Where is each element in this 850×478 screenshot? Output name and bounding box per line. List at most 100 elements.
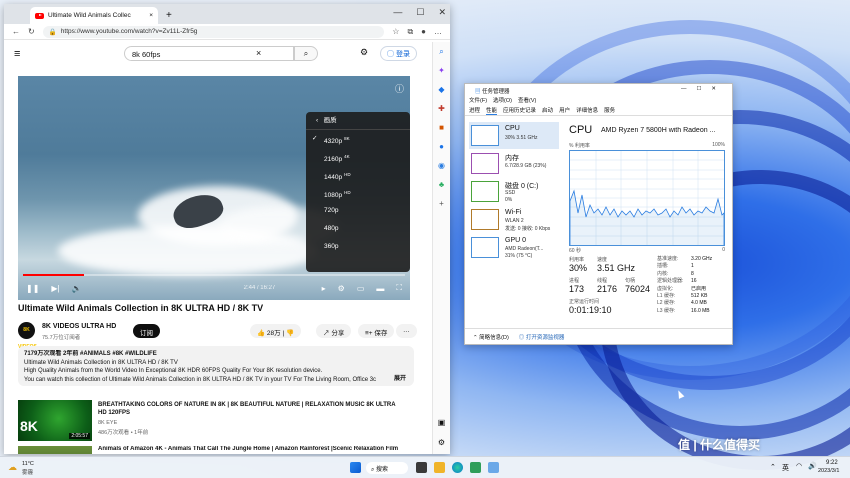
pause-icon[interactable]: ❚❚ — [26, 284, 39, 293]
profile-icon[interactable]: ● — [421, 27, 426, 36]
tm-tab[interactable]: 进程 — [469, 106, 480, 114]
tm-menu-options[interactable]: 选项(O) — [493, 96, 512, 105]
info-icon[interactable]: ⓘ — [395, 82, 404, 95]
resource-disk[interactable]: 磁盘 0 (C:) SSD 0% — [469, 178, 559, 205]
cpu-specs: 基准速度: 3.20 GHz 插槽: 1 内核: 8 逻辑处理器: 16 虚拟化: 已启用… — [657, 256, 729, 315]
extensions-icon[interactable]: ⧉ — [407, 27, 413, 37]
tm-tab[interactable]: 详细信息 — [576, 106, 598, 114]
tm-tab[interactable]: 用户 — [559, 106, 570, 114]
resource-memory[interactable]: 内存 6.7/28.9 GB (23%) — [469, 150, 559, 177]
start-icon[interactable] — [350, 462, 361, 473]
tray-chevron-icon[interactable]: ⌃ — [770, 463, 776, 471]
sparkle-icon[interactable]: ✦ — [433, 61, 450, 80]
taskbar-search[interactable]: ⌕ 搜索 — [366, 462, 408, 474]
office-icon[interactable]: ■ — [433, 118, 450, 137]
miniplayer-icon[interactable]: ▭ — [357, 284, 365, 293]
settings-gear-icon[interactable]: ⚙ — [338, 284, 345, 293]
favorites-icon[interactable]: ☆ — [392, 27, 399, 36]
wifi-icon[interactable]: ◠ — [796, 462, 802, 470]
search-input[interactable]: 8k 60fps — [124, 46, 294, 61]
clock-date[interactable]: 2023/3/1 — [818, 468, 839, 474]
tm-menu-view[interactable]: 查看(V) — [518, 96, 536, 105]
quality-option-360p[interactable]: 360p — [306, 238, 410, 256]
taskmanager-icon[interactable] — [470, 462, 481, 473]
subscribe-button[interactable]: 订阅 — [133, 324, 160, 338]
ime-indicator[interactable]: 英 — [782, 463, 789, 473]
resource-gpu[interactable]: GPU 0 AMD Radeon(T... 31% (75 °C) — [469, 234, 559, 261]
settings-icon[interactable]: ⚙ — [360, 47, 368, 58]
graph-label: % 利用率 — [569, 143, 590, 149]
shopping-icon[interactable]: ◆ — [433, 80, 450, 99]
close-button[interactable]: ✕ — [438, 7, 446, 18]
video-player[interactable]: ⓘ ‹ 画质 ✓ 4320p 8K 2160p 4K 1440p HD 1080p HD … — [18, 76, 410, 300]
share-button[interactable]: ↗ 分享 — [316, 324, 352, 338]
url-field[interactable]: 🔒 https://www.youtube.com/watch?v=Zv11L-… — [42, 25, 385, 38]
fewer-details-button[interactable]: ⌃ 简略信息(D) — [473, 333, 509, 341]
quality-option-1080p[interactable]: 1080p HD — [306, 184, 410, 202]
quality-option-480p[interactable]: 480p — [306, 220, 410, 238]
tab-youtube[interactable]: Ultimate Wild Animals Collec × — [30, 7, 158, 24]
more-icon[interactable]: … — [434, 27, 442, 36]
show-more-button[interactable]: 展开 — [394, 375, 406, 384]
task-view-icon[interactable] — [416, 462, 427, 473]
search-icon[interactable]: ⌕ — [433, 42, 450, 61]
progress-bar[interactable] — [23, 274, 405, 276]
autoplay-icon[interactable]: ▸ — [322, 284, 326, 293]
back-icon[interactable]: ← — [12, 27, 20, 36]
description-box[interactable]: 7179万次观看 2年前 #ANIMALS #8K #WILDLIFE Ulti… — [18, 346, 414, 386]
login-button[interactable]: ◯ 登录 — [380, 46, 417, 61]
theater-icon[interactable]: ▬ — [376, 284, 384, 293]
recommendation-thumbnail[interactable] — [18, 446, 92, 454]
outlook-icon[interactable]: ● — [433, 137, 450, 156]
recommendation-thumbnail[interactable]: 8K 2:05:57 — [18, 400, 92, 441]
open-resource-monitor-link[interactable]: ◎ 打开资源监视器 — [519, 333, 565, 341]
next-icon[interactable]: ▶| — [51, 284, 59, 293]
layout-icon[interactable]: ▣ — [433, 413, 450, 432]
description-line: High Quality Animals from the World Vide… — [24, 368, 323, 374]
tm-window-buttons[interactable]: —☐✕ — [681, 86, 726, 92]
clear-search-icon[interactable]: × — [256, 48, 261, 58]
settings-icon[interactable]: ⚙ — [433, 433, 450, 452]
tm-menu-file[interactable]: 文件(F) — [469, 96, 487, 105]
resource-cpu[interactable]: CPU 30% 3.51 GHz — [469, 122, 559, 149]
quality-menu-header[interactable]: ‹ 画质 — [306, 112, 410, 130]
like-button[interactable]: 👍 28万 | 👎 — [250, 324, 302, 338]
games-icon[interactable]: ◉ — [433, 156, 450, 175]
handle-label: 句柄 — [625, 278, 636, 284]
refresh-icon[interactable]: ↻ — [28, 27, 35, 36]
save-button[interactable]: ≡+ 保存 — [358, 324, 395, 338]
channel-avatar[interactable]: 8K VIDEOS — [18, 322, 37, 350]
recommendation-item[interactable]: 8K 2:05:57 BREATHTAKING COLORS OF NATURE… — [18, 400, 414, 444]
fullscreen-icon[interactable]: ⛶ — [396, 283, 402, 293]
share-label: 分享 — [331, 330, 345, 337]
tm-tab[interactable]: 服务 — [604, 106, 615, 114]
tree-icon[interactable]: ♣ — [433, 175, 450, 194]
explorer-icon[interactable] — [434, 462, 445, 473]
more-actions-button[interactable]: … — [396, 324, 417, 338]
recommendation-item[interactable]: Animals of Amazon 4K - Animals That Call… — [18, 446, 414, 454]
search-button[interactable]: ⌕ — [294, 46, 318, 61]
add-icon[interactable]: + — [433, 194, 450, 213]
minimize-button[interactable]: — — [393, 7, 402, 18]
quality-option-720p[interactable]: 720p — [306, 202, 410, 220]
clock-time[interactable]: 9:22 — [826, 460, 838, 466]
tm-tab[interactable]: 启动 — [542, 106, 553, 114]
photos-icon[interactable] — [488, 462, 499, 473]
quality-option-1440p[interactable]: 1440p HD — [306, 166, 410, 184]
new-tab-button[interactable]: + — [166, 10, 172, 21]
tools-icon[interactable]: ✚ — [433, 99, 450, 118]
volume-icon[interactable]: 🔊 — [808, 462, 817, 470]
edge-icon[interactable] — [452, 462, 463, 473]
quality-option-4320p[interactable]: ✓ 4320p 8K — [306, 130, 410, 148]
channel-subscribers: 75.7万位订阅者 — [42, 335, 81, 341]
tm-tab-active[interactable]: 性能 — [486, 106, 498, 115]
tab-close-icon[interactable]: × — [149, 12, 153, 19]
tm-tab[interactable]: 应用历史记录 — [503, 106, 536, 114]
quality-option-2160p[interactable]: 2160p 4K — [306, 148, 410, 166]
volume-icon[interactable]: 🔈 — [72, 284, 82, 293]
resource-wifi[interactable]: Wi-Fi WLAN 2 发送: 0 接收: 0 Kbps — [469, 206, 559, 233]
spec-key: 插槽: — [657, 263, 669, 270]
channel-name[interactable]: 8K VIDEOS ULTRA HD — [42, 323, 116, 330]
weather-widget[interactable]: ☁ 11°C 雾霾 — [8, 460, 68, 476]
maximize-button[interactable]: ☐ — [416, 7, 424, 18]
